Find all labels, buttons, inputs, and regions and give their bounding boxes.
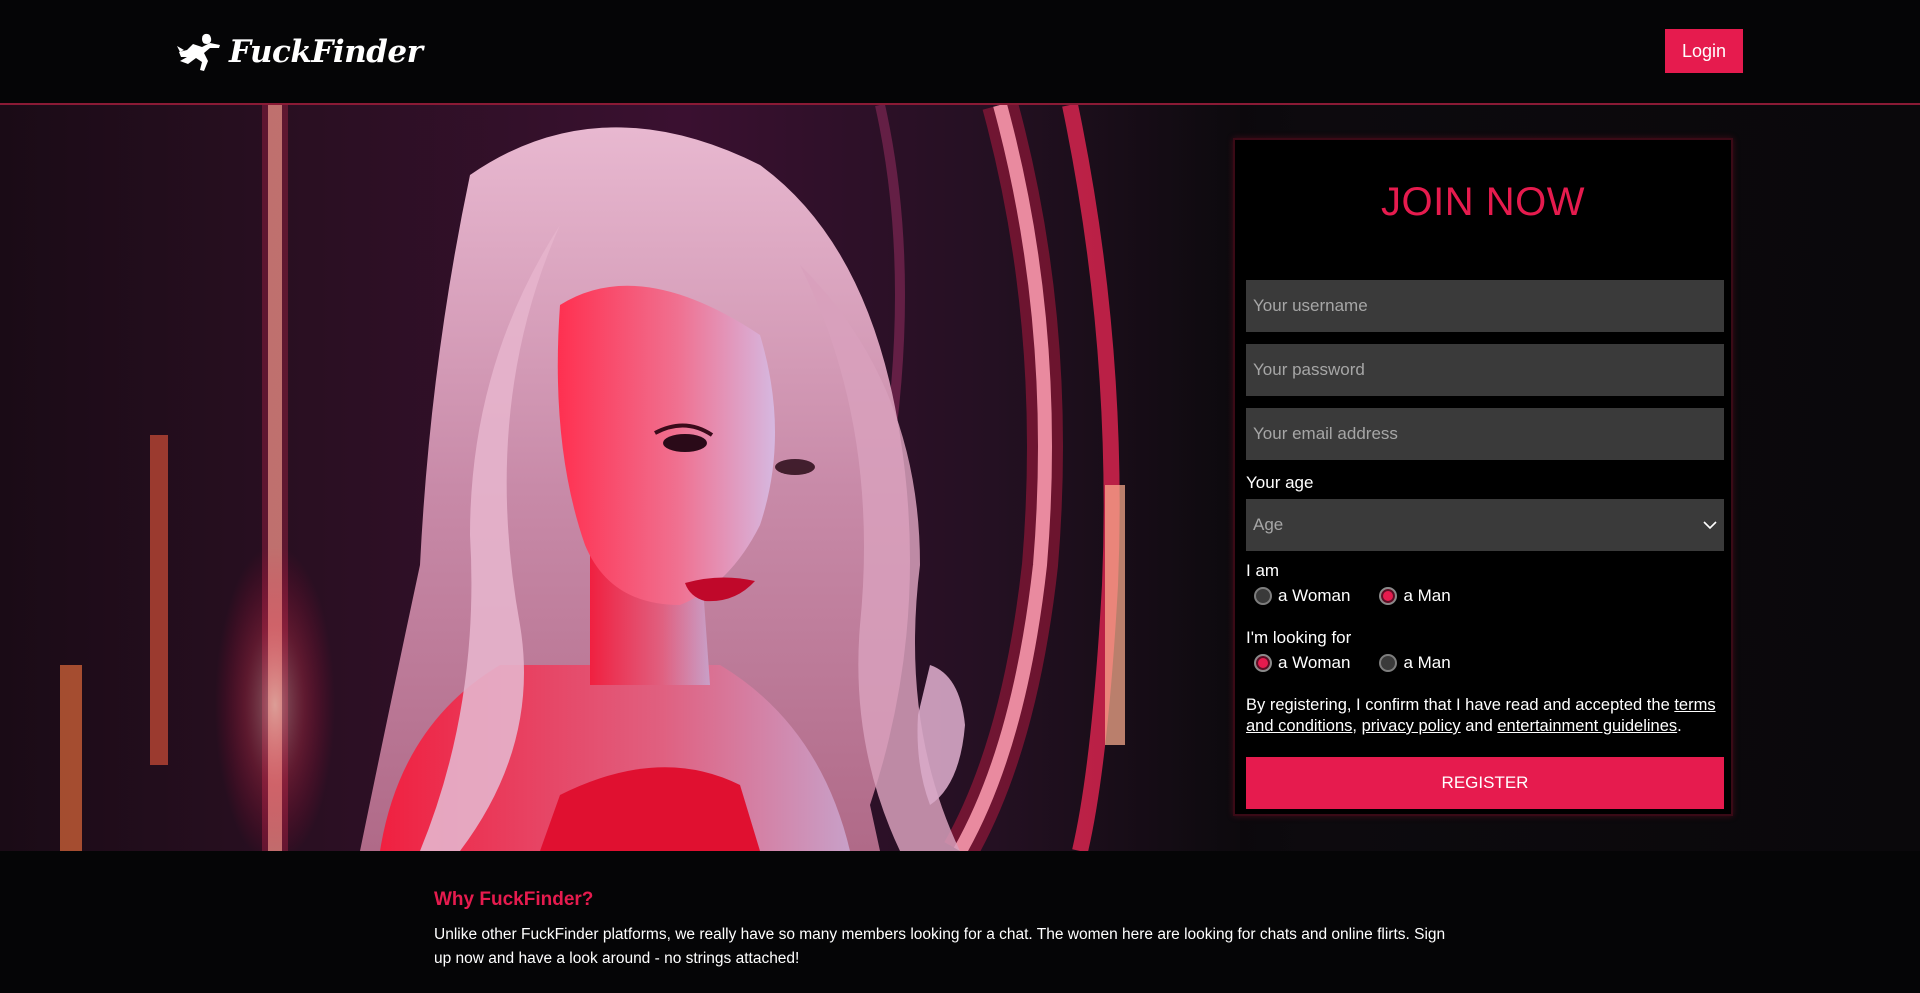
i-am-man-radio[interactable]: a Man xyxy=(1379,586,1451,606)
radio-unchecked-icon xyxy=(1379,654,1398,672)
i-am-woman-radio[interactable]: a Woman xyxy=(1254,586,1350,606)
i-am-woman-label: a Woman xyxy=(1278,586,1351,605)
running-figure-icon xyxy=(177,33,220,71)
join-form: JOIN NOW Your age Age I am a Woman a Man… xyxy=(1233,138,1733,816)
login-button[interactable]: Login xyxy=(1665,29,1743,73)
hero-photo xyxy=(0,105,1240,851)
terms-separator: , xyxy=(1352,717,1362,735)
radio-checked-icon xyxy=(1254,654,1272,672)
register-button[interactable]: REGISTER xyxy=(1246,757,1724,809)
looking-for-woman-label: a Woman xyxy=(1278,653,1351,672)
age-select-value: Age xyxy=(1253,515,1284,534)
terms-prefix: By registering, I confirm that I have re… xyxy=(1246,696,1675,714)
about-section: Why FuckFinder? Unlike other FuckFinder … xyxy=(434,889,1494,971)
radio-checked-icon xyxy=(1379,587,1398,605)
password-input[interactable] xyxy=(1246,344,1724,396)
chevron-down-icon xyxy=(1703,521,1717,530)
email-input[interactable] xyxy=(1246,408,1724,460)
about-title: Why FuckFinder? xyxy=(434,889,594,910)
site-logo[interactable]: FuckFinder xyxy=(177,30,423,74)
terms-notice: By registering, I confirm that I have re… xyxy=(1246,695,1726,737)
i-am-label: I am xyxy=(1246,561,1280,580)
username-input[interactable] xyxy=(1246,280,1724,332)
entertainment-guidelines-link[interactable]: entertainment guidelines xyxy=(1497,717,1677,735)
terms-suffix: . xyxy=(1677,717,1682,735)
i-am-man-label: a Man xyxy=(1403,586,1451,605)
looking-for-options: a Woman a Man xyxy=(1254,653,1451,673)
site-header: FuckFinder Login xyxy=(0,0,1920,105)
terms-separator: and xyxy=(1460,717,1498,735)
age-label: Your age xyxy=(1246,473,1314,492)
looking-for-man-label: a Man xyxy=(1403,653,1451,672)
looking-for-label: I'm looking for xyxy=(1246,628,1352,647)
about-text: Unlike other FuckFinder platforms, we re… xyxy=(434,926,1446,967)
privacy-policy-link[interactable]: privacy policy xyxy=(1362,717,1461,735)
join-title: JOIN NOW xyxy=(1381,180,1585,224)
radio-unchecked-icon xyxy=(1254,587,1272,605)
logo-text: FuckFinder xyxy=(229,34,423,70)
looking-for-man-radio[interactable]: a Man xyxy=(1379,653,1451,673)
i-am-options: a Woman a Man xyxy=(1254,586,1451,606)
looking-for-woman-radio[interactable]: a Woman xyxy=(1254,653,1350,673)
age-select[interactable]: Age xyxy=(1246,499,1724,551)
